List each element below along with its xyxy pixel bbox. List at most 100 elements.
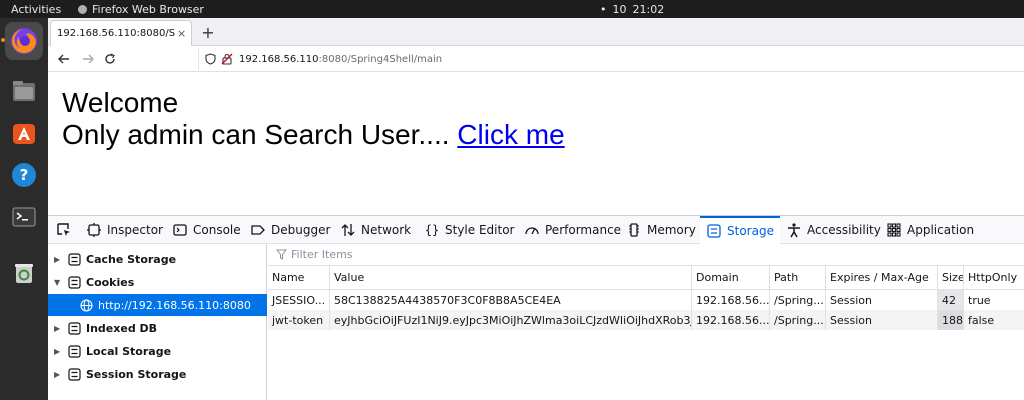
devtools-tab-label: Network	[361, 223, 412, 237]
browser-tab[interactable]: 192.168.56.110:8080/Spring4 ×	[50, 20, 192, 46]
cookie-httponly: true	[968, 293, 991, 307]
cookie-name: JSESSIO...	[268, 290, 330, 310]
element-picker-button[interactable]	[56, 216, 72, 244]
devtools-tab-style-editor[interactable]: {} Style Editor	[424, 216, 515, 244]
shield-icon[interactable]	[205, 53, 219, 65]
devtools-tab-network[interactable]: Network	[340, 216, 411, 244]
devtools-tab-debugger[interactable]: Debugger	[250, 216, 330, 244]
app-menu[interactable]: Firefox Web Browser	[78, 3, 204, 16]
element-picker-icon	[57, 223, 70, 236]
devtools-tab-memory[interactable]: Memory	[626, 216, 696, 244]
network-icon	[341, 224, 355, 236]
navigation-bar: 192.168.56.110:8080/Spring4Shell/main	[48, 46, 1024, 72]
insecure-lock-icon[interactable]	[221, 53, 235, 65]
cookie-domain: 192.168.56....	[692, 310, 770, 330]
devtools-tab-accessibility[interactable]: Accessibility	[786, 216, 881, 244]
expand-arrow-icon[interactable]: ▶	[54, 370, 64, 379]
welcome-heading: Welcome	[62, 87, 179, 118]
browser-tab-title: 192.168.56.110:8080/Spring4	[57, 28, 175, 39]
devtools-toolbar: Inspector Console Debugger Network {} St…	[48, 216, 1024, 244]
tree-item-session-storage[interactable]: ▶ Session Storage	[48, 363, 267, 385]
column-header-value[interactable]: Value	[330, 266, 692, 289]
column-header-httponly[interactable]: HttpOnly	[964, 266, 1024, 289]
devtools-tab-storage[interactable]: Storage	[700, 216, 780, 244]
expand-arrow-icon[interactable]: ▶	[54, 255, 64, 264]
recycle-bin-icon	[15, 264, 33, 283]
style-editor-icon: {}	[425, 223, 439, 237]
tree-item-local-storage[interactable]: ▶ Local Storage	[48, 340, 267, 362]
column-header-path[interactable]: Path	[770, 266, 826, 289]
back-button[interactable]	[54, 49, 74, 69]
close-tab-icon[interactable]: ×	[177, 27, 186, 40]
devtools-tab-label: Debugger	[271, 223, 331, 237]
clock[interactable]: • 10 21:02	[600, 3, 664, 16]
cookie-size: 42	[938, 290, 964, 310]
devtools-tab-application[interactable]: Application	[886, 216, 974, 244]
devtools-panel: Inspector Console Debugger Network {} St…	[48, 215, 1024, 400]
search-user-line: Only admin can Search User.... Click me	[62, 119, 565, 151]
tree-item-label: Local Storage	[86, 344, 172, 358]
activities-button[interactable]: Activities	[11, 3, 61, 16]
table-row[interactable]: JSESSIO... 58C138825A4438570F3C0F8B8A5CE…	[268, 290, 1024, 310]
firefox-small-icon	[78, 5, 87, 14]
debugger-icon	[251, 225, 265, 235]
memory-icon	[629, 223, 639, 237]
clock-date: 10	[612, 3, 627, 16]
table-header: Name Value Domain Path Expires / Max-Age…	[268, 266, 1024, 290]
tree-item-cookies[interactable]: ▼ Cookies	[48, 271, 267, 293]
dock: ?	[0, 18, 48, 400]
cookies-table: Name Value Domain Path Expires / Max-Age…	[268, 244, 1024, 400]
dock-terminal[interactable]	[5, 198, 43, 236]
click-me-link[interactable]: Click me	[457, 119, 564, 150]
dock-firefox[interactable]	[1, 22, 43, 60]
app-name-label: Firefox Web Browser	[92, 3, 204, 16]
cookie-size: 188	[938, 310, 964, 330]
url-bar[interactable]: 192.168.56.110:8080/Spring4Shell/main	[198, 48, 1024, 70]
cookie-value: eyJhbGciOiJFUzI1NiJ9.eyJpc3MiOiJhZWlma3o…	[330, 310, 692, 330]
column-header-name[interactable]: Name	[268, 266, 330, 289]
firefox-icon	[11, 28, 37, 54]
devtools-tab-label: Accessibility	[807, 223, 881, 237]
accessibility-icon	[788, 223, 800, 238]
expand-arrow-icon[interactable]: ▶	[54, 324, 64, 333]
expand-arrow-icon[interactable]: ▶	[54, 347, 64, 356]
svg-text:?: ?	[20, 166, 29, 184]
tree-item-cache-storage[interactable]: ▶ Cache Storage	[48, 248, 267, 270]
dock-software[interactable]	[5, 114, 43, 152]
cookie-domain: 192.168.56....	[692, 290, 770, 310]
firefox-window: 192.168.56.110:8080/Spring4 × + 192.168.…	[48, 18, 1024, 400]
running-indicator	[1, 38, 5, 42]
cookie-httponly: false	[968, 313, 995, 327]
new-tab-button[interactable]: +	[198, 22, 218, 42]
tree-item-label: Cache Storage	[86, 252, 177, 266]
forward-button[interactable]	[78, 49, 98, 69]
collapse-arrow-icon[interactable]: ▼	[54, 278, 64, 287]
cookie-value: 58C138825A4438570F3C0F8B8A5CE4EA	[330, 290, 692, 310]
storage-db-icon	[68, 344, 81, 358]
reload-icon	[105, 53, 115, 64]
arrow-right-icon	[83, 54, 94, 64]
system-top-bar: Activities Firefox Web Browser • 10 21:0…	[0, 0, 1024, 18]
column-header-expires[interactable]: Expires / Max-Age	[826, 266, 938, 289]
devtools-tab-console[interactable]: Console	[172, 216, 241, 244]
dock-trash[interactable]	[5, 254, 43, 292]
devtools-tab-performance[interactable]: Performance	[524, 216, 621, 244]
column-header-size[interactable]: Size	[938, 266, 964, 289]
svg-text:{}: {}	[425, 223, 439, 237]
filter-items-input[interactable]	[291, 248, 591, 261]
tree-item-cookie-host[interactable]: http://192.168.56.110:8080	[48, 294, 267, 316]
column-header-domain[interactable]: Domain	[692, 266, 770, 289]
dock-files[interactable]	[5, 72, 43, 110]
storage-tree: ▶ Cache Storage ▼ Cookies http://192.168…	[48, 244, 267, 400]
tree-item-indexed-db[interactable]: ▶ Indexed DB	[48, 317, 267, 339]
devtools-tab-label: Style Editor	[445, 223, 515, 237]
dock-help[interactable]: ?	[5, 156, 43, 194]
devtools-tab-inspector[interactable]: Inspector	[86, 216, 163, 244]
page-content: Welcome Only admin can Search User.... C…	[48, 73, 1024, 215]
storage-db-icon	[68, 252, 81, 266]
tree-item-label: Indexed DB	[86, 321, 158, 335]
terminal-icon	[12, 207, 36, 227]
reload-button[interactable]	[100, 49, 120, 69]
table-row[interactable]: jwt-token eyJhbGciOiJFUzI1NiJ9.eyJpc3MiO…	[268, 310, 1024, 330]
tree-item-label: http://192.168.56.110:8080	[98, 298, 251, 312]
